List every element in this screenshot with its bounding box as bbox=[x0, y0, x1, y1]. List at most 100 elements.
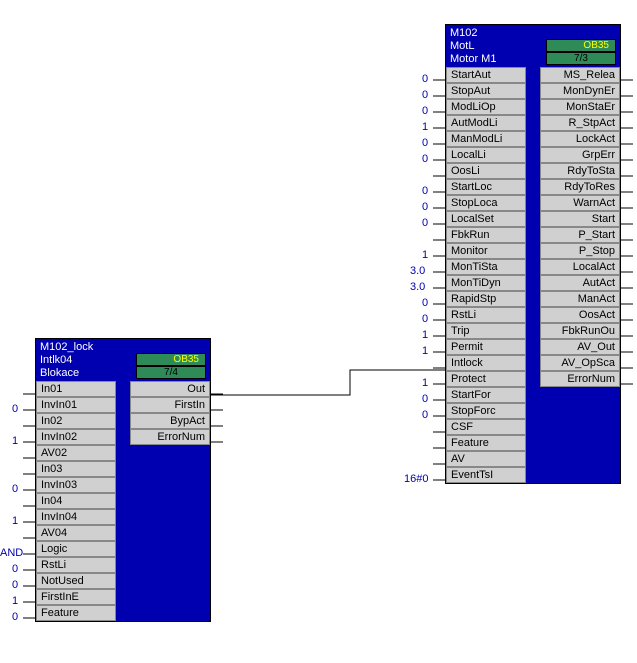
pin-av04[interactable]: AV04 bbox=[36, 525, 116, 541]
pin-value: 1 bbox=[422, 329, 428, 341]
pin-fbkrun[interactable]: FbkRun bbox=[446, 227, 526, 243]
pin-eventtsi[interactable]: EventTsI bbox=[446, 467, 526, 483]
pin-trip[interactable]: Trip bbox=[446, 323, 526, 339]
pin-value: 0 bbox=[422, 409, 428, 421]
pin-in01[interactable]: In01 bbox=[36, 381, 116, 397]
pin-value: 1 bbox=[422, 121, 428, 133]
pin-bypact[interactable]: BypAct bbox=[130, 413, 210, 429]
pin-value: 0 bbox=[422, 105, 428, 117]
pin-monstaer[interactable]: MonStaEr bbox=[540, 99, 620, 115]
pin-notused[interactable]: NotUsed bbox=[36, 573, 116, 589]
pin-invin01[interactable]: InvIn01 bbox=[36, 397, 116, 413]
pin-logic[interactable]: Logic bbox=[36, 541, 116, 557]
pin-r_stpact[interactable]: R_StpAct bbox=[540, 115, 620, 131]
pin-montista[interactable]: MonTiSta bbox=[446, 259, 526, 275]
pin-startloc[interactable]: StartLoc bbox=[446, 179, 526, 195]
pin-value: AND bbox=[0, 547, 23, 559]
pin-rdytores[interactable]: RdyToRes bbox=[540, 179, 620, 195]
pin-intlock[interactable]: Intlock bbox=[446, 355, 526, 371]
id-badge: 7/4 bbox=[136, 366, 206, 379]
pin-value: 1 bbox=[12, 515, 18, 527]
block-type: Intlk04 bbox=[40, 354, 72, 366]
pin-firstine[interactable]: FirstInE bbox=[36, 589, 116, 605]
pin-out[interactable]: Out bbox=[130, 381, 210, 397]
pin-monitor[interactable]: Monitor bbox=[446, 243, 526, 259]
pin-value: 0 bbox=[422, 393, 428, 405]
block-header: M102 MotL OB35 Motor M1 7/3 bbox=[446, 25, 620, 67]
pin-value: 0 bbox=[422, 185, 428, 197]
pin-stopforc[interactable]: StopForc bbox=[446, 403, 526, 419]
block-desc: Motor M1 bbox=[450, 53, 496, 65]
pin-invin03[interactable]: InvIn03 bbox=[36, 477, 116, 493]
pin-warnact[interactable]: WarnAct bbox=[540, 195, 620, 211]
pin-autact[interactable]: AutAct bbox=[540, 275, 620, 291]
pin-rapidstp[interactable]: RapidStp bbox=[446, 291, 526, 307]
pin-feature[interactable]: Feature bbox=[446, 435, 526, 451]
pin-value: 1 bbox=[422, 249, 428, 261]
pin-oosact[interactable]: OosAct bbox=[540, 307, 620, 323]
pin-value: 0 bbox=[422, 137, 428, 149]
pin-localact[interactable]: LocalAct bbox=[540, 259, 620, 275]
pin-value: 0 bbox=[422, 297, 428, 309]
block-name: M102_lock bbox=[40, 341, 93, 353]
pin-value: 0 bbox=[12, 611, 18, 623]
pin-manmodli[interactable]: ManModLi bbox=[446, 131, 526, 147]
pin-startaut[interactable]: StartAut bbox=[446, 67, 526, 83]
pin-stoploca[interactable]: StopLoca bbox=[446, 195, 526, 211]
pin-manact[interactable]: ManAct bbox=[540, 291, 620, 307]
ob-badge: OB35 bbox=[546, 39, 616, 52]
pin-value: 0 bbox=[12, 403, 18, 415]
pin-rdytosta[interactable]: RdyToSta bbox=[540, 163, 620, 179]
pin-in04[interactable]: In04 bbox=[36, 493, 116, 509]
pin-value: 0 bbox=[422, 313, 428, 325]
pin-p_start[interactable]: P_Start bbox=[540, 227, 620, 243]
pin-value: 0 bbox=[12, 483, 18, 495]
pin-fbkrunou[interactable]: FbkRunOu bbox=[540, 323, 620, 339]
block-type: MotL bbox=[450, 40, 474, 52]
pin-firstin[interactable]: FirstIn bbox=[130, 397, 210, 413]
id-badge: 7/3 bbox=[546, 52, 616, 65]
pin-grperr[interactable]: GrpErr bbox=[540, 147, 620, 163]
pin-value: 0 bbox=[12, 579, 18, 591]
pin-value: 0 bbox=[422, 217, 428, 229]
pin-value: 1 bbox=[422, 345, 428, 357]
pin-protect[interactable]: Protect bbox=[446, 371, 526, 387]
pin-invin04[interactable]: InvIn04 bbox=[36, 509, 116, 525]
pin-value: 1 bbox=[422, 377, 428, 389]
pin-av_opsca[interactable]: AV_OpSca bbox=[540, 355, 620, 371]
pin-errornum[interactable]: ErrorNum bbox=[130, 429, 210, 445]
pin-errornum[interactable]: ErrorNum bbox=[540, 371, 620, 387]
interlock-block: M102_lock Intlk04 OB35 Blokace 7/4 In01I… bbox=[35, 338, 211, 622]
pin-av02[interactable]: AV02 bbox=[36, 445, 116, 461]
pin-permit[interactable]: Permit bbox=[446, 339, 526, 355]
pin-invin02[interactable]: InvIn02 bbox=[36, 429, 116, 445]
pin-value: 0 bbox=[422, 89, 428, 101]
block-name: M102 bbox=[450, 27, 478, 39]
pin-feature[interactable]: Feature bbox=[36, 605, 116, 621]
pin-oosli[interactable]: OosLi bbox=[446, 163, 526, 179]
pin-ms_relea[interactable]: MS_Relea bbox=[540, 67, 620, 83]
ob-badge: OB35 bbox=[136, 353, 206, 366]
pin-modliop[interactable]: ModLiOp bbox=[446, 99, 526, 115]
pin-start[interactable]: Start bbox=[540, 211, 620, 227]
pin-montidyn[interactable]: MonTiDyn bbox=[446, 275, 526, 291]
pin-csf[interactable]: CSF bbox=[446, 419, 526, 435]
pin-av[interactable]: AV bbox=[446, 451, 526, 467]
motor-block: M102 MotL OB35 Motor M1 7/3 StartAutStop… bbox=[445, 24, 621, 484]
pin-value: 0 bbox=[422, 201, 428, 213]
pin-av_out[interactable]: AV_Out bbox=[540, 339, 620, 355]
pin-rstli[interactable]: RstLi bbox=[36, 557, 116, 573]
pin-localli[interactable]: LocalLi bbox=[446, 147, 526, 163]
pin-in02[interactable]: In02 bbox=[36, 413, 116, 429]
pin-value: 3.0 bbox=[410, 281, 425, 293]
pin-startfor[interactable]: StartFor bbox=[446, 387, 526, 403]
pin-autmodli[interactable]: AutModLi bbox=[446, 115, 526, 131]
pin-stopaut[interactable]: StopAut bbox=[446, 83, 526, 99]
pin-lockact[interactable]: LockAct bbox=[540, 131, 620, 147]
pin-mondyner[interactable]: MonDynEr bbox=[540, 83, 620, 99]
pin-p_stop[interactable]: P_Stop bbox=[540, 243, 620, 259]
pin-value: 16#0 bbox=[404, 473, 428, 485]
pin-rstli[interactable]: RstLi bbox=[446, 307, 526, 323]
pin-in03[interactable]: In03 bbox=[36, 461, 116, 477]
pin-localset[interactable]: LocalSet bbox=[446, 211, 526, 227]
